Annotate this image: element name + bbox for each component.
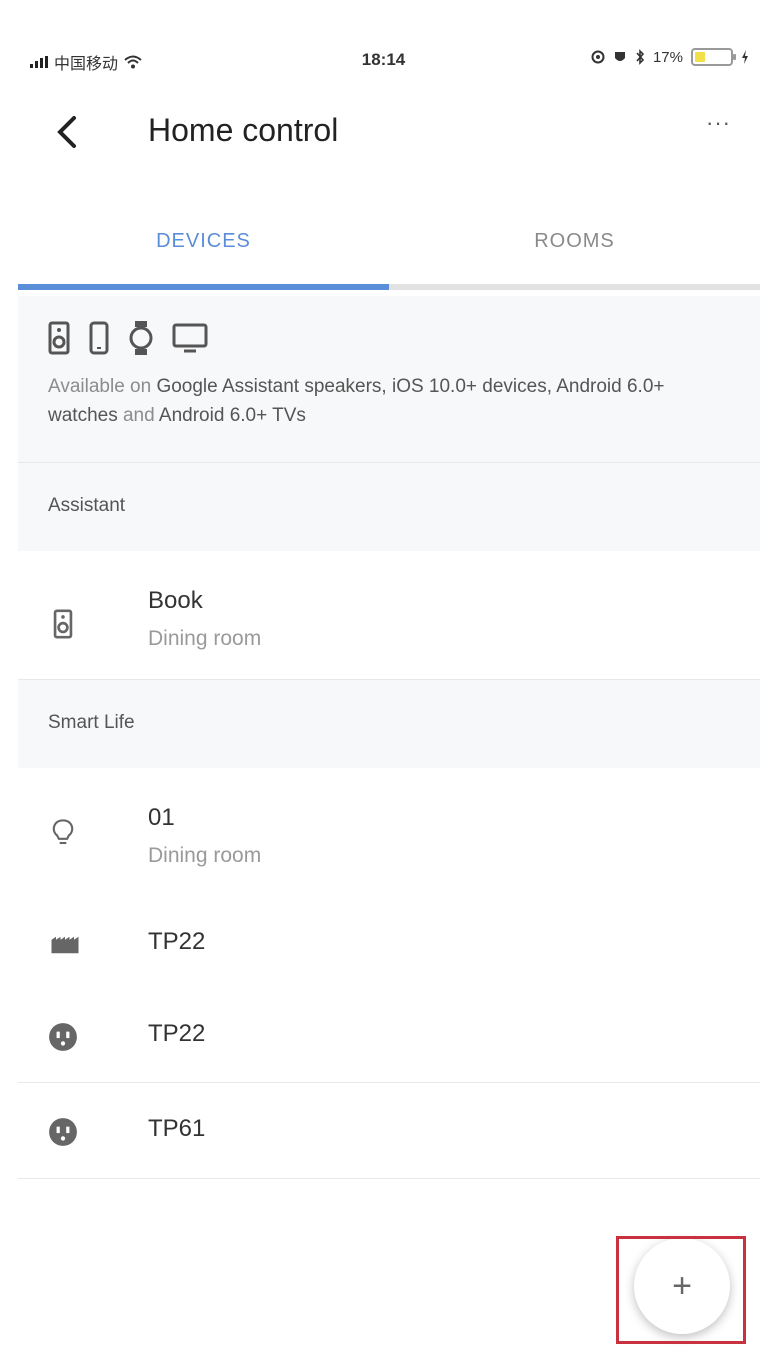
device-row-tp22-outlet[interactable]: TP22 (18, 988, 760, 1082)
availability-and: and (117, 405, 159, 426)
app-header: Home control ··· (0, 100, 767, 170)
add-device-button[interactable]: + (634, 1238, 730, 1334)
location-icon (591, 50, 605, 64)
section-header-smart-life: Smart Life (18, 680, 760, 768)
bluetooth-icon (636, 49, 645, 65)
device-name: TP22 (148, 928, 206, 955)
device-name: Book (148, 587, 203, 614)
tab-bar: DEVICES ROOMS (18, 200, 760, 290)
divider (18, 1178, 760, 1179)
lightbulb-icon (52, 819, 74, 845)
power-strip-icon (51, 936, 79, 954)
tv-icon (172, 323, 208, 353)
more-options-button[interactable]: ··· (706, 110, 731, 136)
section-header-assistant: Assistant (18, 463, 760, 551)
chevron-left-icon (57, 116, 76, 148)
status-bar: 中国移动 18:14 17% (0, 0, 767, 100)
alarm-icon (614, 52, 625, 61)
device-name: TP61 (148, 1115, 206, 1142)
tab-devices[interactable]: DEVICES (18, 200, 389, 290)
charging-icon (742, 50, 748, 64)
availability-info: Available on Google Assistant speakers, … (18, 296, 760, 462)
device-room: Dining room (148, 627, 262, 650)
availability-text: Available on Google Assistant speakers, … (48, 372, 738, 430)
device-name: 01 (148, 804, 175, 831)
battery-icon (691, 48, 736, 66)
status-right: 17% (591, 48, 749, 66)
phone-icon (89, 321, 109, 355)
speaker-icon (53, 609, 73, 639)
availability-tvs: Android 6.0+ TVs (158, 405, 306, 426)
tab-indicator (18, 284, 389, 290)
device-row-book[interactable]: Book Dining room (18, 551, 760, 679)
device-room: Dining room (148, 844, 262, 867)
speaker-icon (48, 321, 70, 355)
device-row-01[interactable]: 01 Dining room (18, 768, 760, 896)
device-name: TP22 (148, 1020, 206, 1047)
outlet-icon (49, 1118, 77, 1146)
availability-prefix: Available on (48, 376, 157, 397)
outlet-icon (49, 1023, 77, 1051)
watch-icon (129, 321, 153, 355)
back-button[interactable] (52, 112, 92, 152)
device-type-icons (48, 320, 208, 356)
page-title: Home control (148, 112, 339, 148)
tab-rooms[interactable]: ROOMS (389, 200, 760, 290)
battery-percent: 17% (652, 48, 683, 66)
device-row-tp22-strip[interactable]: TP22 (18, 896, 760, 988)
device-row-tp61[interactable]: TP61 (18, 1083, 760, 1177)
